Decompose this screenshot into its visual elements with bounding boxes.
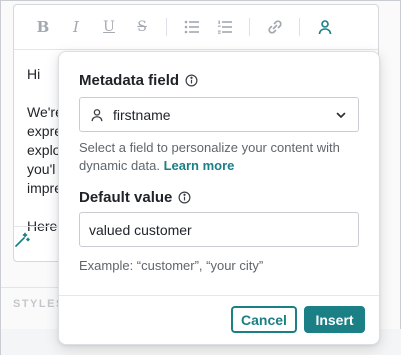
toolbar-divider — [249, 18, 250, 36]
bullet-list-button[interactable] — [181, 16, 203, 38]
bold-button[interactable]: B — [32, 16, 54, 38]
person-icon — [318, 20, 332, 35]
metadata-field-label-row: Metadata field — [79, 72, 198, 89]
underline-button[interactable]: U — [98, 16, 120, 38]
link-button[interactable] — [264, 16, 286, 38]
chevron-down-icon — [336, 112, 346, 118]
metadata-help-text: Select a field to personalize your conte… — [79, 139, 369, 175]
bullet-list-icon — [184, 20, 199, 34]
default-value-label-row: Default value — [79, 189, 191, 206]
italic-button[interactable]: I — [65, 16, 87, 38]
metadata-field-label: Metadata field — [79, 72, 180, 89]
metadata-field-select[interactable]: firstname — [79, 97, 359, 132]
section-divider — [1, 287, 61, 288]
toolbar-divider — [299, 18, 300, 36]
numbered-list-button[interactable] — [214, 16, 236, 38]
person-icon — [91, 108, 103, 121]
learn-more-link[interactable]: Learn more — [164, 158, 235, 173]
personalize-popover: Metadata field firstname Select a field … — [58, 51, 380, 345]
strikethrough-button[interactable]: S — [131, 16, 153, 38]
insert-button[interactable]: Insert — [304, 306, 365, 333]
info-icon[interactable] — [178, 191, 191, 204]
magic-wand-icon[interactable] — [14, 232, 30, 248]
default-value-input[interactable] — [79, 212, 359, 247]
window-frame: B I U S Hi We're expre explo you'l impre… — [0, 0, 401, 355]
metadata-field-value: firstname — [113, 106, 171, 123]
personalize-button[interactable] — [314, 16, 336, 38]
numbered-list-icon — [218, 20, 232, 34]
editor-toolbar: B I U S — [14, 5, 378, 50]
example-hint: Example: “customer”, “your city” — [79, 258, 264, 273]
default-value-label: Default value — [79, 189, 173, 206]
cancel-button[interactable]: Cancel — [231, 306, 297, 333]
toolbar-divider — [166, 18, 167, 36]
info-icon[interactable] — [185, 74, 198, 87]
popover-footer-divider — [59, 295, 379, 296]
link-icon — [268, 20, 282, 34]
